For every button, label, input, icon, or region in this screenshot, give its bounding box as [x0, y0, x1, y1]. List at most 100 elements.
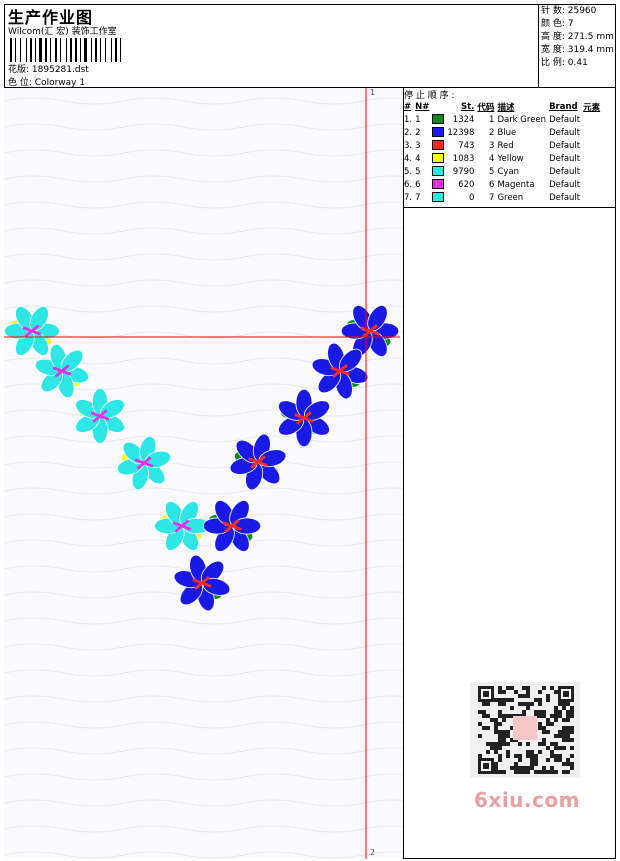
row-needle: 1 [415, 114, 421, 125]
row-brand: Default [549, 127, 581, 138]
row-desc: Blue [497, 127, 517, 138]
stop-sequence-table: # N# St. 代码 描述 Brand 元素 1. 1 1324 1 Dark Gre… [404, 100, 603, 204]
col-index-header: # [404, 101, 412, 112]
colorway-label: 色 位: [8, 78, 32, 88]
vendor-name: Wilcom(汇 宏) 装饰工作室 [8, 27, 117, 37]
table-row: 1. 1 1324 1 Dark Green Default [404, 113, 603, 126]
row-desc: Dark Green [497, 114, 547, 125]
col-stitches-header: St. [461, 101, 475, 112]
table-header-row: # N# St. 代码 描述 Brand 元素 [404, 100, 603, 113]
col-brand-header: Brand [549, 101, 578, 112]
panel-divider [404, 207, 616, 208]
row-code: 1 [489, 114, 495, 125]
col-desc-header: 描述 [497, 102, 515, 113]
row-stitches: 0 [469, 192, 475, 203]
design-label: 花版: [8, 65, 30, 75]
row-brand: Default [549, 166, 581, 177]
row-desc: Magenta [497, 179, 535, 190]
row-brand: Default [549, 179, 581, 190]
row-needle: 2 [415, 127, 421, 138]
row-code: 2 [489, 127, 495, 138]
production-header: 生产作业图 Wilcom(汇 宏) 装饰工作室 花版: 1895281.dst … [4, 4, 539, 88]
ruler-start-label: 1 [370, 88, 376, 97]
row-needle: 3 [415, 140, 421, 151]
row-swatch [432, 139, 447, 152]
row-swatch [432, 165, 447, 178]
color-count: 颜 色: 7 [541, 19, 574, 29]
colorway: 色 位: Colorway 1 [8, 75, 85, 88]
row-index: 6. [404, 179, 413, 190]
barcode [10, 38, 121, 62]
row-stitches: 743 [458, 140, 475, 151]
row-stitches: 9790 [452, 166, 475, 177]
row-stitches: 12398 [447, 127, 475, 138]
row-swatch [432, 152, 447, 165]
row-desc: Yellow [497, 153, 524, 164]
stitch-count: 针 数: 25960 [541, 6, 597, 16]
row-brand: Default [549, 140, 581, 151]
row-code: 5 [489, 166, 495, 177]
table-row: 2. 2 12398 2 Blue Default [404, 126, 603, 139]
color-swatch [432, 166, 445, 177]
row-swatch [432, 126, 447, 139]
color-swatch [432, 153, 445, 164]
row-stitches: 1324 [452, 114, 475, 125]
ruler-end-label: 2 [370, 848, 376, 857]
row-needle: 4 [415, 153, 421, 164]
table-row: 5. 5 9790 5 Cyan Default [404, 165, 603, 178]
row-brand: Default [549, 192, 581, 203]
colorway-value: Colorway 1 [34, 78, 86, 88]
row-desc: Cyan [497, 166, 519, 177]
col-swatch-header [432, 100, 447, 113]
row-element [583, 113, 603, 126]
color-swatch [432, 140, 445, 151]
row-index: 2. [404, 127, 413, 138]
row-brand: Default [549, 114, 581, 125]
color-swatch [432, 179, 445, 190]
embroidery-preview [4, 88, 403, 859]
row-swatch [432, 113, 447, 126]
table-row: 4. 4 1083 4 Yellow Default [404, 152, 603, 165]
color-swatch [432, 114, 445, 125]
design-value: 1895281.dst [31, 65, 89, 75]
row-code: 4 [489, 153, 495, 164]
table-row: 3. 3 743 3 Red Default [404, 139, 603, 152]
col-needle-header: N# [415, 101, 430, 112]
row-needle: 7 [415, 192, 421, 203]
row-swatch [432, 178, 447, 191]
row-index: 7. [404, 192, 413, 203]
table-row: 7. 7 0 7 Green Default [404, 191, 603, 204]
row-element [583, 191, 603, 204]
design-scale: 比 例: 0.41 [541, 58, 588, 68]
row-element [583, 178, 603, 191]
col-element-header: 元素 [583, 102, 601, 113]
row-element [583, 165, 603, 178]
row-index: 1. [404, 114, 413, 125]
design-stats: 针 数: 25960 颜 色: 7 高 度: 271.5 mm 宽 度: 319… [538, 4, 616, 88]
row-swatch [432, 191, 447, 204]
row-index: 5. [404, 166, 413, 177]
row-desc: Green [497, 192, 524, 203]
design-file: 花版: 1895281.dst [8, 62, 89, 75]
row-stitches: 620 [458, 179, 475, 190]
row-index: 3. [404, 140, 413, 151]
color-swatch [432, 192, 445, 203]
row-index: 4. [404, 153, 413, 164]
row-code: 3 [489, 140, 495, 151]
row-needle: 5 [415, 166, 421, 177]
row-needle: 6 [415, 179, 421, 190]
design-canvas: 1 2 [4, 88, 404, 859]
row-brand: Default [549, 153, 581, 164]
design-width: 宽 度: 319.4 mm [541, 45, 614, 55]
row-stitches: 1083 [452, 153, 475, 164]
row-element [583, 152, 603, 165]
table-row: 6. 6 620 6 Magenta Default [404, 178, 603, 191]
watermark-site: 6xiu.com [474, 788, 580, 812]
row-code: 6 [489, 179, 495, 190]
row-desc: Red [497, 140, 514, 151]
color-swatch [432, 127, 445, 138]
row-element [583, 139, 603, 152]
col-code-header: 代码 [477, 102, 495, 113]
row-code: 7 [489, 192, 495, 203]
design-height: 高 度: 271.5 mm [541, 32, 614, 42]
